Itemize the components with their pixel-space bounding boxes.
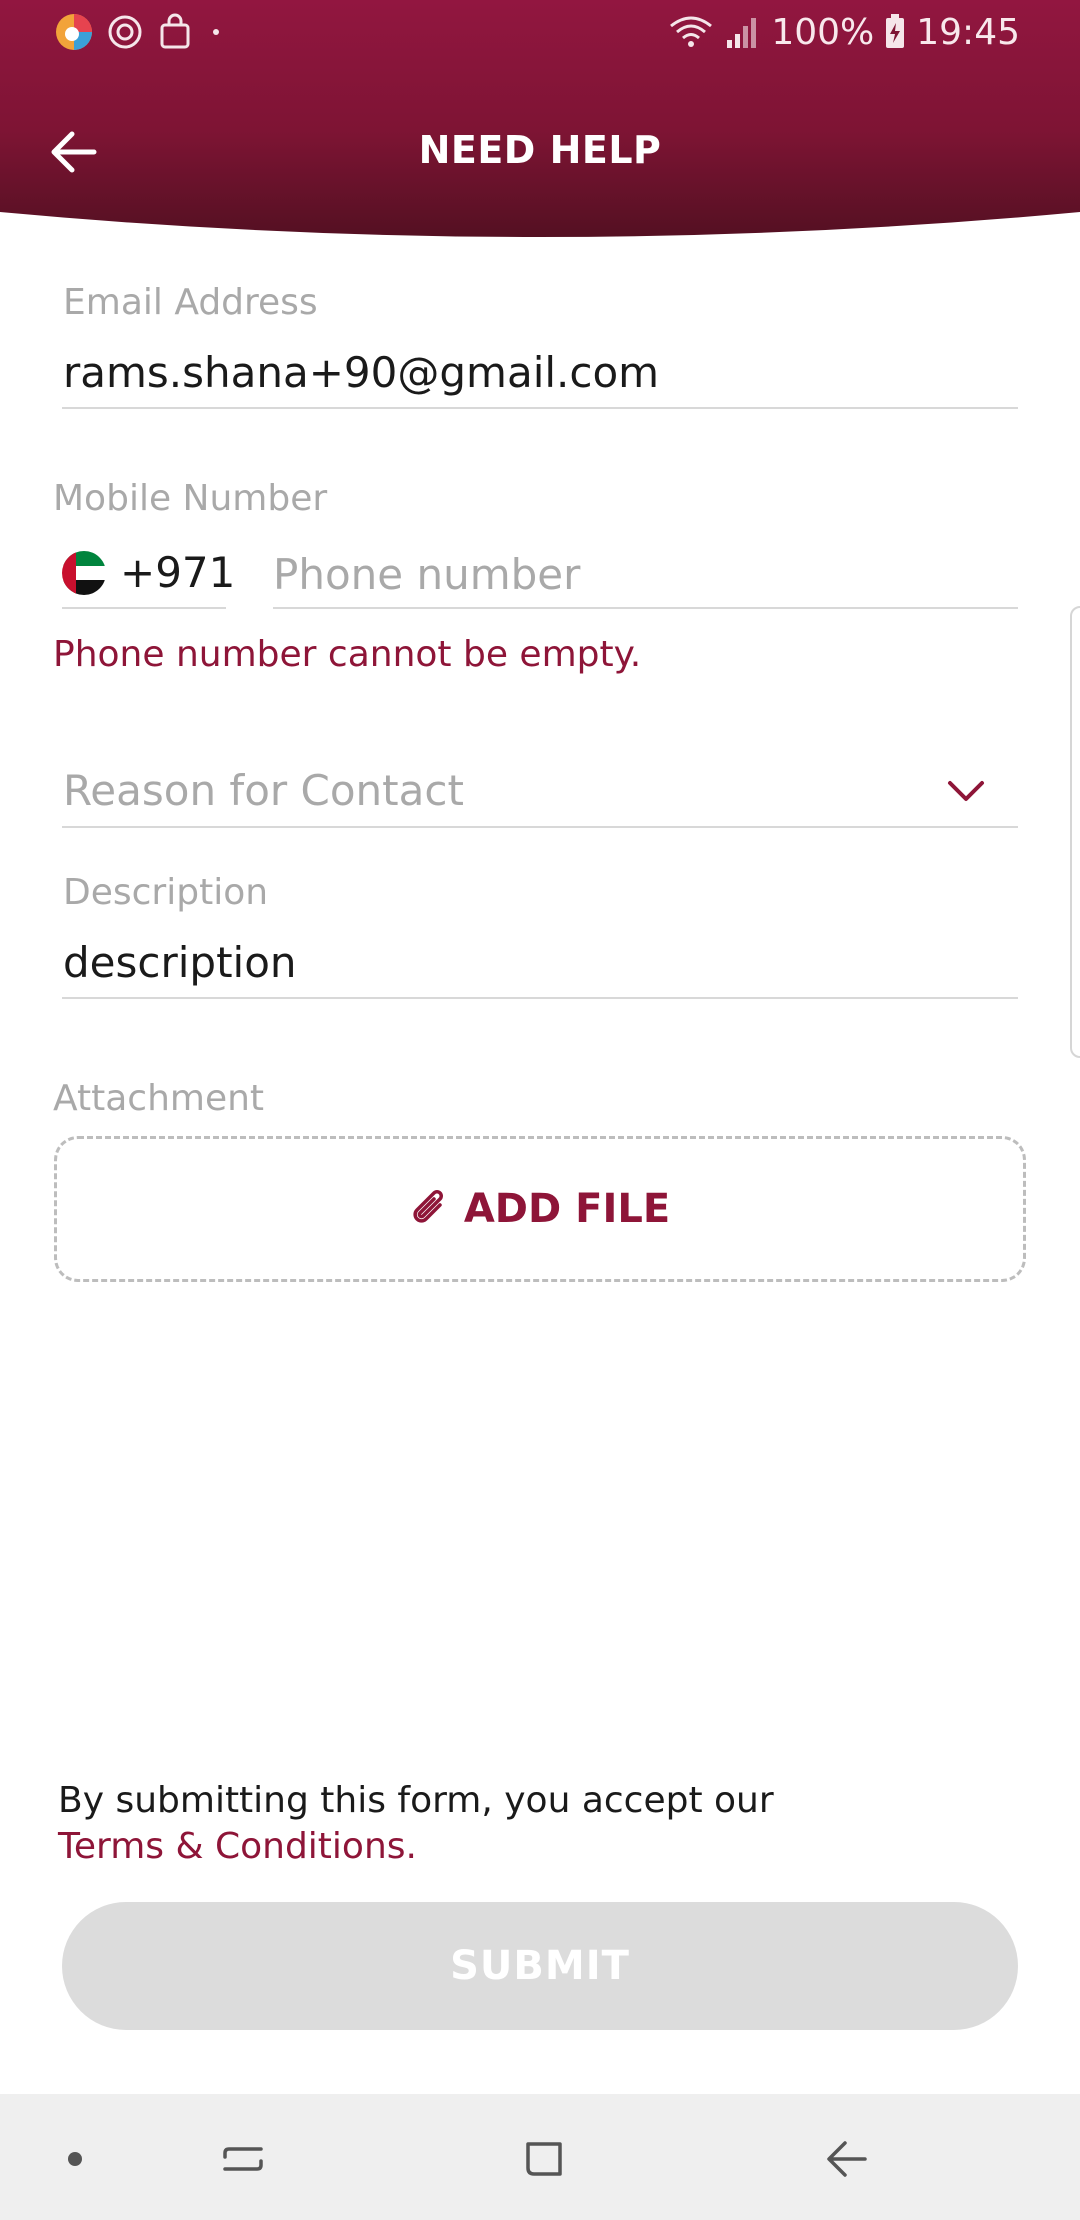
email-underline	[62, 407, 1018, 409]
submit-button[interactable]: SUBMIT	[62, 1902, 1018, 2030]
add-file-label: ADD FILE	[463, 1186, 671, 1232]
nav-home-button[interactable]	[510, 2124, 580, 2194]
dot-icon	[68, 2152, 82, 2166]
shopping-bag-icon	[160, 13, 190, 49]
nav-dot-button[interactable]	[40, 2124, 110, 2194]
description-field[interactable]: description	[63, 938, 297, 987]
reason-underline	[62, 826, 1018, 828]
browser-app-icon	[56, 14, 92, 50]
back-arrow-icon	[827, 2141, 867, 2177]
nav-back-button[interactable]	[812, 2124, 882, 2194]
terms-link[interactable]: Terms & Conditions.	[58, 1826, 417, 1867]
sync-app-icon	[108, 15, 142, 49]
recent-apps-icon	[223, 2147, 263, 2171]
status-indicators: 100% 19:45	[667, 10, 1020, 54]
paperclip-icon	[413, 1190, 443, 1223]
phone-underline	[273, 607, 1018, 609]
mobile-label: Mobile Number	[53, 478, 328, 519]
country-code-selector[interactable]: +971	[62, 548, 235, 597]
battery-percent: 100%	[771, 11, 875, 53]
scroll-indicator	[1070, 606, 1080, 1058]
more-dot-icon	[213, 29, 219, 35]
country-code: +971	[120, 548, 236, 597]
wifi-icon	[670, 16, 713, 47]
status-notification-icons	[54, 12, 226, 52]
terms-text: By submitting this form, you accept our	[58, 1780, 774, 1821]
uae-flag-icon	[62, 550, 106, 595]
signal-icon	[727, 18, 757, 48]
chevron-down-icon	[948, 781, 984, 801]
description-underline	[62, 997, 1018, 999]
attachment-label: Attachment	[53, 1078, 265, 1119]
nav-recents-button[interactable]	[208, 2124, 278, 2194]
email-field[interactable]: rams.shana+90@gmail.com	[63, 348, 659, 397]
phone-number-input[interactable]: Phone number	[273, 550, 580, 599]
status-bar: 100% 19:45	[0, 0, 1080, 64]
submit-label: SUBMIT	[450, 1943, 630, 1989]
page-title: NEED HELP	[418, 128, 662, 172]
reason-placeholder: Reason for Contact	[63, 766, 464, 815]
reason-dropdown[interactable]: Reason for Contact	[60, 760, 1020, 830]
home-square-icon	[526, 2142, 562, 2176]
battery-charging-icon	[886, 14, 905, 48]
email-label: Email Address	[63, 282, 318, 323]
description-label: Description	[63, 872, 269, 913]
system-nav-bar	[0, 2094, 1080, 2220]
status-time: 19:45	[916, 11, 1020, 53]
phone-error-message: Phone number cannot be empty.	[53, 634, 642, 675]
add-file-button[interactable]: ADD FILE	[54, 1136, 1026, 1282]
app-header: 100% 19:45 NEED HELP	[0, 0, 1080, 245]
country-code-underline	[62, 607, 226, 609]
